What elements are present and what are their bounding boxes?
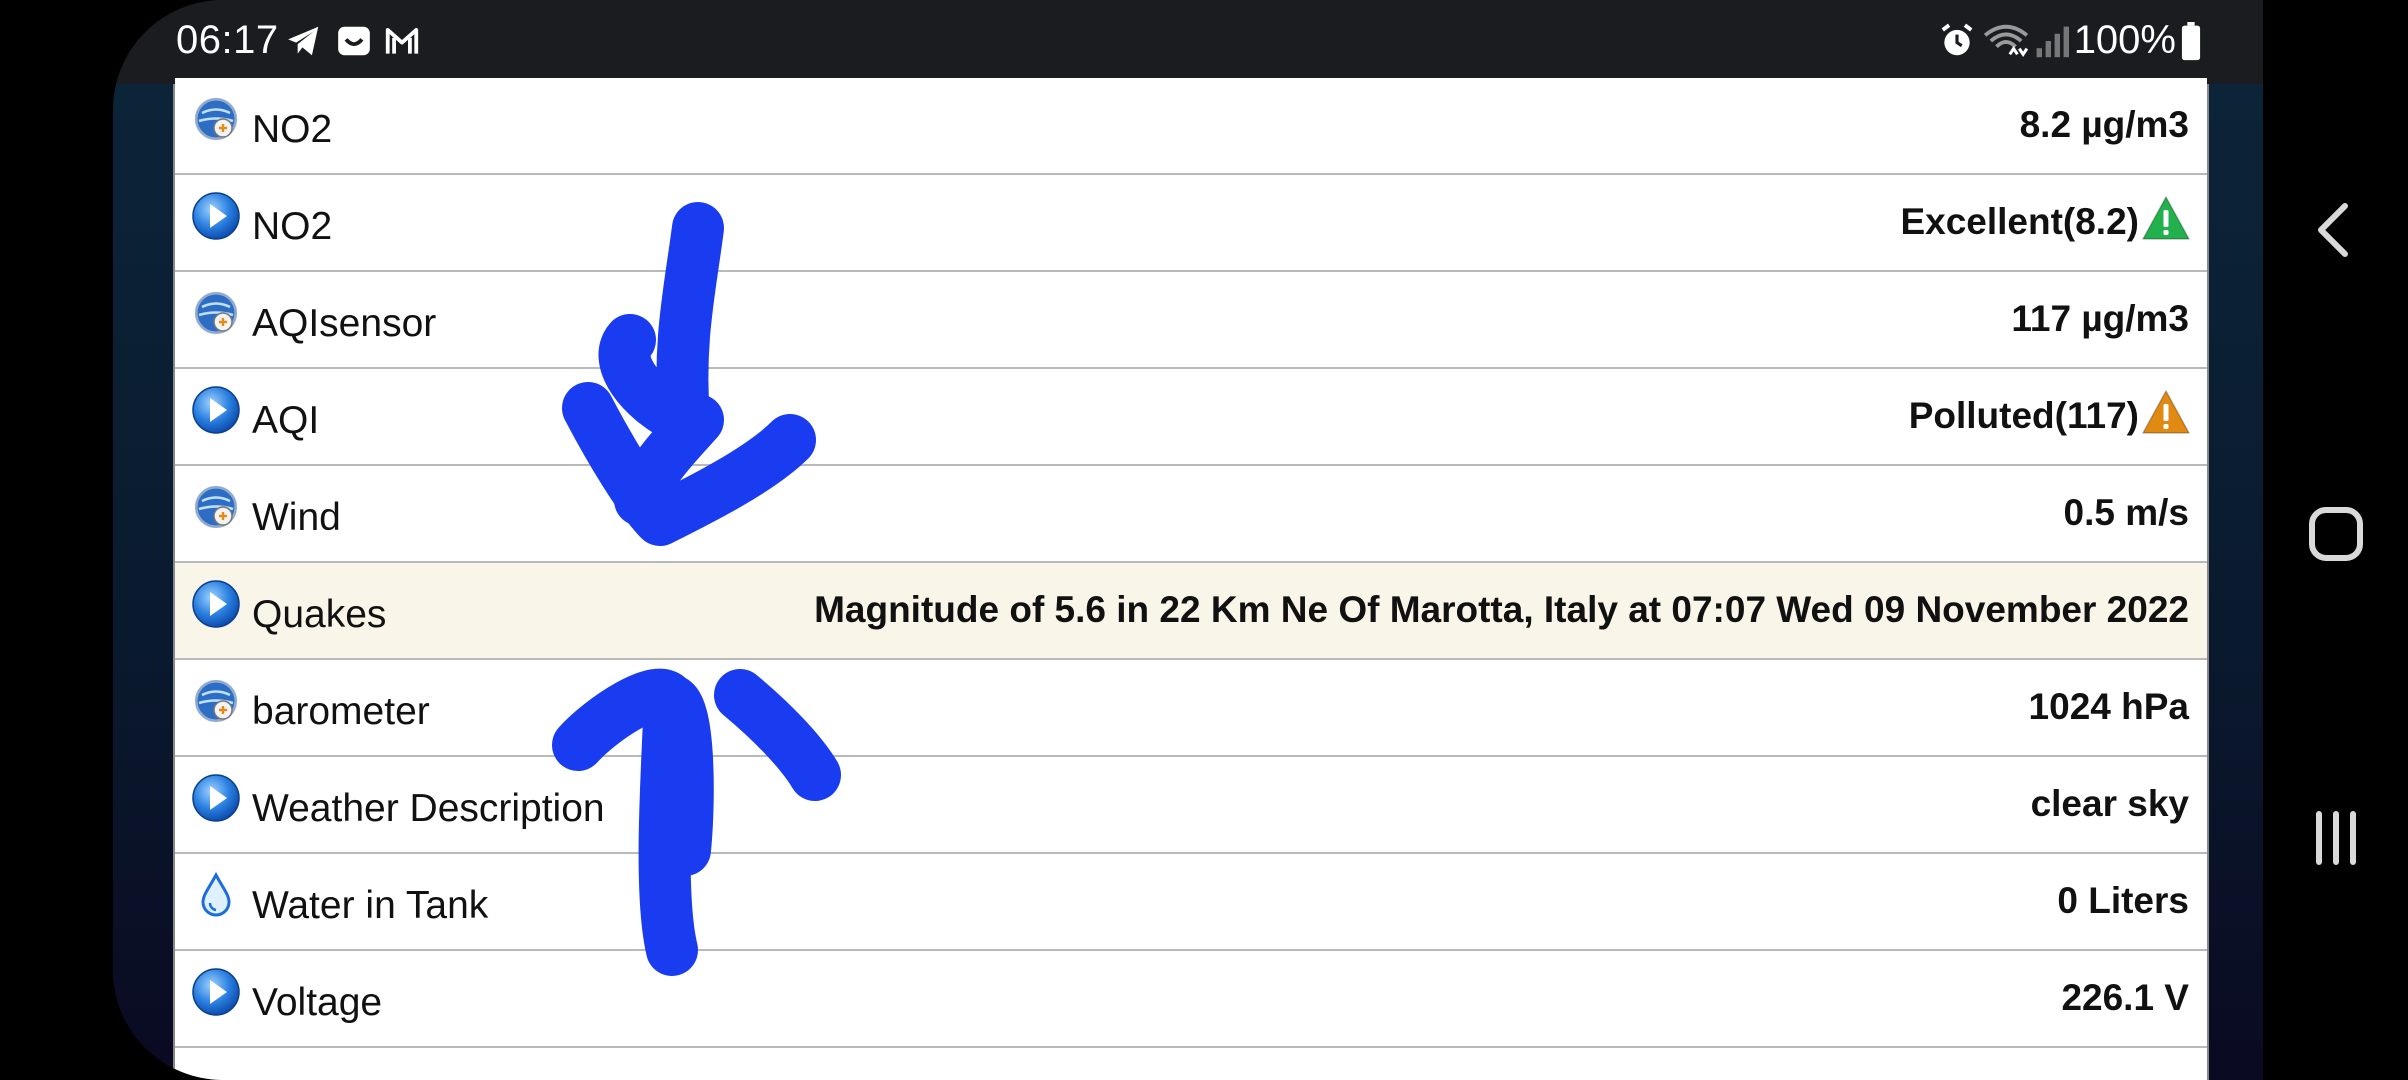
row-label: NO2 (252, 108, 333, 151)
gmail-icon (385, 28, 419, 54)
phone-screen: 06:17 100% NO2 8.2 µg/m3 NO2 Excellent(8… (113, 0, 2263, 1080)
signal-icon (2036, 26, 2069, 58)
row-label: Water in Tank (252, 884, 489, 927)
back-icon (2318, 203, 2348, 257)
back-button[interactable] (2263, 190, 2408, 270)
table-row[interactable]: Voltage 226.1 V (175, 951, 2207, 1048)
navigation-bar (2263, 0, 2408, 1080)
row-value: 0.5 m/s (2063, 492, 2189, 533)
home-button[interactable] (2263, 495, 2408, 575)
recents-button[interactable] (2263, 798, 2408, 878)
wifi-icon (1983, 24, 2029, 58)
row-label: Weather Description (252, 787, 605, 830)
play-icon (191, 579, 241, 629)
row-value: Magnitude of 5.6 in 22 Km Ne Of Marotta,… (814, 589, 2189, 630)
sensor-globe-icon (191, 94, 241, 144)
status-clock: 06:17 (176, 18, 279, 62)
row-label: NO2 (252, 205, 333, 248)
play-icon (191, 773, 241, 823)
table-row[interactable]: NO2 Excellent(8.2) (175, 175, 2207, 272)
status-bar: 06:17 100% (113, 0, 2263, 84)
row-label: Quakes (252, 593, 387, 636)
warning-orange-icon (2141, 389, 2191, 435)
row-value: Polluted(117) (1908, 395, 2139, 436)
home-icon (2309, 507, 2363, 561)
sensor-globe-icon (191, 482, 241, 532)
recents-icon (2316, 811, 2356, 865)
row-label: Wind (252, 496, 341, 539)
row-label: barometer (252, 690, 430, 733)
play-icon (191, 967, 241, 1017)
battery-percentage: 100% (2073, 18, 2176, 62)
row-label: Voltage (252, 981, 383, 1024)
table-row[interactable]: AQI Polluted(117) (175, 369, 2207, 466)
battery-icon (2181, 22, 2201, 61)
table-row[interactable]: barometer 1024 hPa (175, 660, 2207, 757)
alarm-icon (1941, 23, 1973, 56)
telegram-icon (288, 26, 319, 56)
sensor-globe-icon (191, 288, 241, 338)
row-value: Excellent(8.2) (1900, 201, 2139, 242)
row-label: AQIsensor (252, 302, 437, 345)
play-icon (191, 385, 241, 435)
row-value: 117 µg/m3 (2011, 298, 2189, 339)
sensor-table: NO2 8.2 µg/m3 NO2 Excellent(8.2) AQIsensor 11… (173, 78, 2209, 1080)
warning-green-icon (2141, 195, 2191, 241)
row-value: 226.1 V (2061, 977, 2189, 1018)
table-row[interactable]: Wind 0.5 m/s (175, 466, 2207, 563)
row-value: 1024 hPa (2028, 686, 2189, 727)
table-row[interactable]: Water in Tank 0 Liters (175, 854, 2207, 951)
row-label: AQI (252, 399, 320, 442)
play-icon (191, 191, 241, 241)
water-drop-icon (191, 870, 241, 920)
table-row[interactable]: Quakes Magnitude of 5.6 in 22 Km Ne Of Ma… (175, 563, 2207, 660)
table-row[interactable]: AQIsensor 117 µg/m3 (175, 272, 2207, 369)
row-value: 8.2 µg/m3 (2019, 104, 2189, 145)
table-row[interactable]: NO2 8.2 µg/m3 (175, 78, 2207, 175)
row-value: clear sky (2030, 783, 2189, 824)
row-value: 0 Liters (2057, 880, 2189, 921)
sensor-globe-icon (191, 676, 241, 726)
inbox-icon (338, 26, 370, 56)
table-row[interactable]: Weather Description clear sky (175, 757, 2207, 854)
